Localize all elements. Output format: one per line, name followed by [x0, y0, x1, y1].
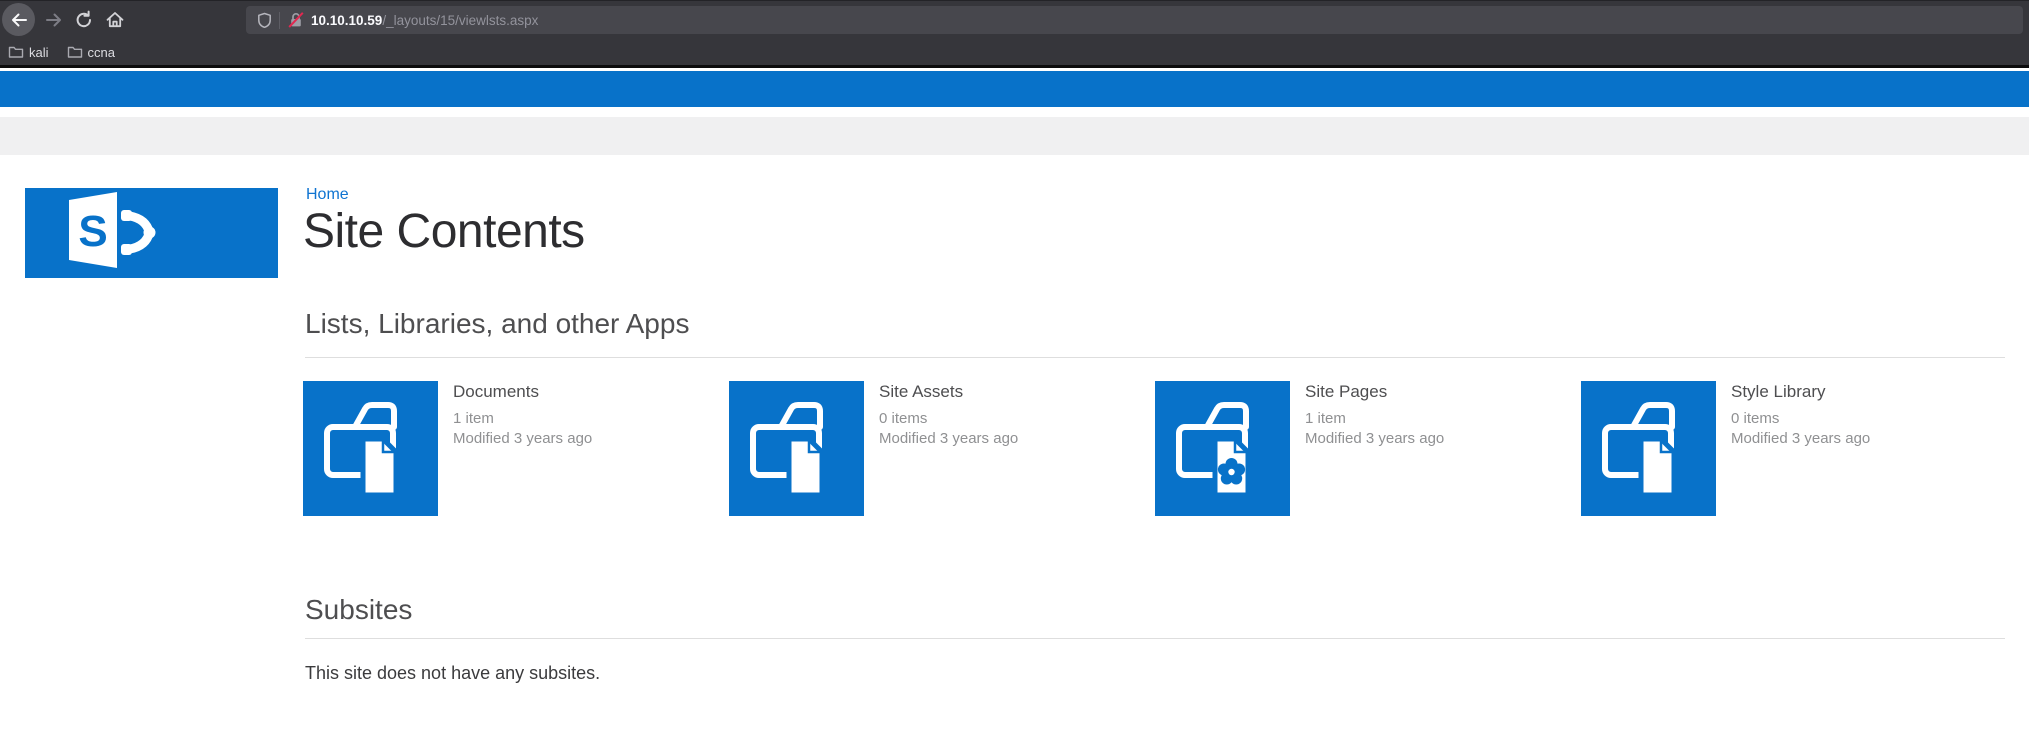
- address-bar[interactable]: 10.10.10.59/_layouts/15/viewlsts.aspx: [246, 6, 2023, 34]
- back-arrow-icon: [9, 10, 29, 30]
- tile-site-pages[interactable]: Site Pages 1 item Modified 3 years ago: [1155, 381, 1575, 517]
- url-text: 10.10.10.59/_layouts/15/viewlsts.aspx: [311, 13, 538, 28]
- tile-site-assets[interactable]: Site Assets 0 items Modified 3 years ago: [729, 381, 1149, 517]
- breadcrumb-home-link[interactable]: Home: [306, 186, 349, 204]
- tile-meta: 1 item Modified 3 years ago: [453, 409, 592, 449]
- section-divider: [305, 638, 2005, 639]
- folder-with-flower-page-icon: [1155, 381, 1290, 516]
- insecure-connection-lock-icon[interactable]: [287, 11, 305, 29]
- tracking-protection-shield-icon[interactable]: [256, 12, 273, 29]
- section-divider: [305, 357, 2005, 358]
- tile-meta: 0 items Modified 3 years ago: [879, 409, 1018, 449]
- bookmarks-bar: kali ccna: [8, 39, 115, 65]
- reload-button[interactable]: [74, 10, 94, 30]
- folder-with-document-icon: [303, 381, 438, 516]
- sharepoint-logo[interactable]: S: [25, 188, 278, 278]
- tile-modified: Modified 3 years ago: [453, 429, 592, 449]
- forward-arrow-icon: [44, 10, 64, 30]
- tile-text: Style Library 0 items Modified 3 years a…: [1731, 382, 1870, 449]
- tile-text: Site Assets 0 items Modified 3 years ago: [879, 382, 1018, 449]
- sharepoint-logo-icon: S: [25, 188, 278, 278]
- tile-meta: 0 items Modified 3 years ago: [1731, 409, 1870, 449]
- folder-with-document-icon: [1581, 381, 1716, 516]
- logo-s-glyph: S: [78, 207, 107, 256]
- bookmark-label: ccna: [88, 45, 115, 60]
- tile-title[interactable]: Site Pages: [1305, 382, 1444, 402]
- browser-chrome: 10.10.10.59/_layouts/15/viewlsts.aspx ka…: [0, 0, 2029, 68]
- tile-item-count: 1 item: [453, 409, 592, 429]
- home-icon: [105, 10, 125, 30]
- tile-modified: Modified 3 years ago: [879, 429, 1018, 449]
- tile-item-count: 1 item: [1305, 409, 1444, 429]
- reload-icon: [74, 10, 94, 30]
- browser-toolbar: 10.10.10.59/_layouts/15/viewlsts.aspx: [0, 1, 2029, 39]
- tile-item-count: 0 items: [879, 409, 1018, 429]
- tile-text: Site Pages 1 item Modified 3 years ago: [1305, 382, 1444, 449]
- section-heading-apps: Lists, Libraries, and other Apps: [305, 308, 689, 340]
- tile-title[interactable]: Style Library: [1731, 382, 1870, 402]
- subsites-empty-message: This site does not have any subsites.: [305, 663, 600, 684]
- folder-icon: [8, 44, 24, 60]
- tile-meta: 1 item Modified 3 years ago: [1305, 409, 1444, 449]
- section-heading-subsites: Subsites: [305, 594, 412, 626]
- urlbar-separator: [279, 12, 280, 29]
- tile-modified: Modified 3 years ago: [1731, 429, 1870, 449]
- url-path: /_layouts/15/viewlsts.aspx: [382, 13, 538, 28]
- bookmark-label: kali: [29, 45, 49, 60]
- home-button[interactable]: [105, 10, 125, 30]
- folder-icon: [67, 44, 83, 60]
- tile-text: Documents 1 item Modified 3 years ago: [453, 382, 592, 449]
- forward-button[interactable]: [44, 10, 64, 30]
- tile-modified: Modified 3 years ago: [1305, 429, 1444, 449]
- tile-title[interactable]: Site Assets: [879, 382, 1018, 402]
- tile-title[interactable]: Documents: [453, 382, 592, 402]
- ribbon-bar: [0, 117, 2029, 155]
- suite-bar: [0, 71, 2029, 107]
- back-button[interactable]: [2, 3, 35, 36]
- bookmark-folder-kali[interactable]: kali: [8, 44, 49, 60]
- page-title: Site Contents: [303, 204, 585, 259]
- folder-with-document-icon: [729, 381, 864, 516]
- tile-documents[interactable]: Documents 1 item Modified 3 years ago: [303, 381, 723, 517]
- bookmark-folder-ccna[interactable]: ccna: [67, 44, 115, 60]
- tile-item-count: 0 items: [1731, 409, 1870, 429]
- tile-style-library[interactable]: Style Library 0 items Modified 3 years a…: [1581, 381, 2001, 517]
- url-domain: 10.10.10.59: [311, 13, 382, 28]
